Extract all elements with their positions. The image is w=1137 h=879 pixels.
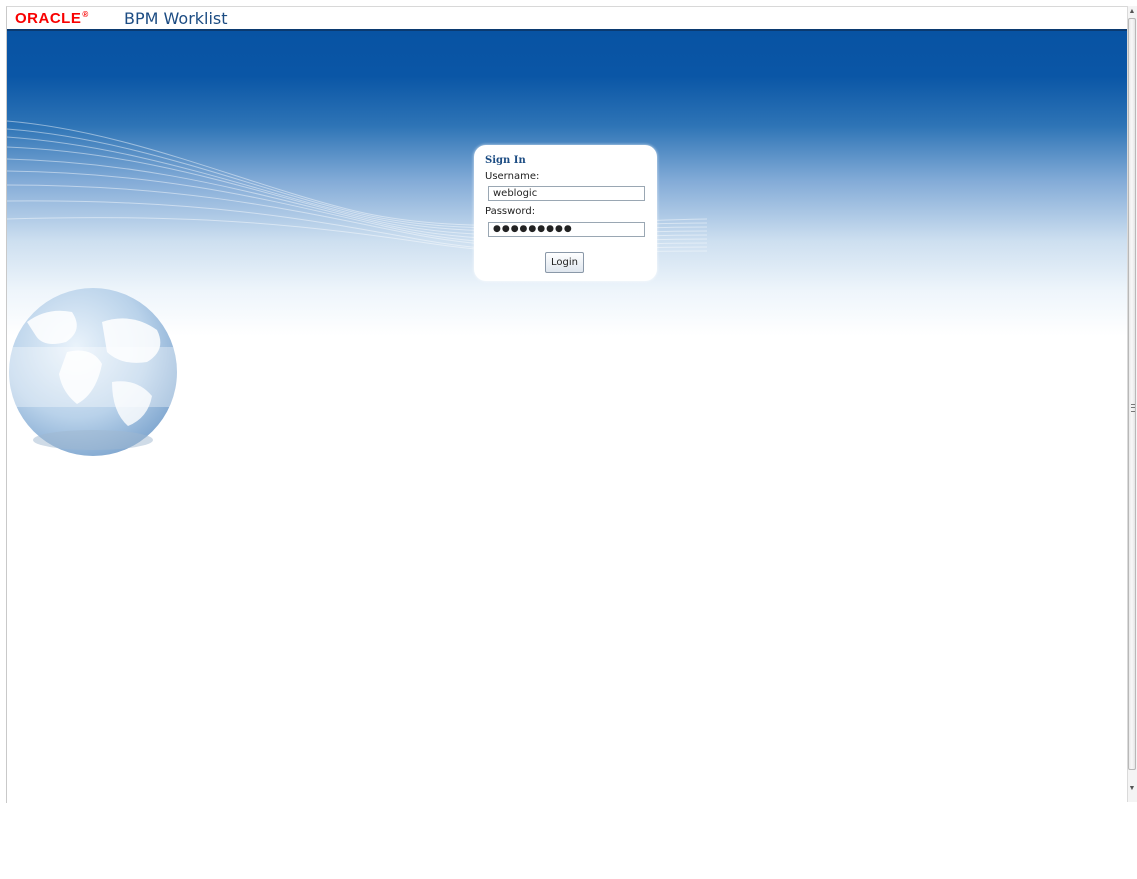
app-title: BPM Worklist xyxy=(124,9,228,28)
username-input[interactable]: weblogic xyxy=(488,186,645,201)
scroll-down-icon[interactable]: ▼ xyxy=(1127,784,1137,794)
sign-in-panel: Sign In Username: weblogic Password: ●●●… xyxy=(474,145,657,281)
username-label: Username: xyxy=(485,171,540,182)
app-header: ORACLE® BPM Worklist xyxy=(7,7,1127,31)
scroll-up-icon[interactable]: ▲ xyxy=(1127,7,1137,17)
oracle-logo: ORACLE® xyxy=(15,10,89,27)
password-label: Password: xyxy=(485,206,536,217)
vertical-scrollbar[interactable]: ▲ ▼ xyxy=(1127,6,1137,802)
browser-content: ORACLE® BPM Worklist Sign In Username: w… xyxy=(6,6,1127,803)
password-input[interactable]: ●●●●●●●●● xyxy=(488,222,645,237)
sign-in-title: Sign In xyxy=(485,155,526,166)
scroll-thumb[interactable] xyxy=(1128,18,1136,770)
scroll-grip-icon xyxy=(1131,404,1135,412)
globe-icon xyxy=(7,288,179,456)
login-button[interactable]: Login xyxy=(545,252,584,273)
